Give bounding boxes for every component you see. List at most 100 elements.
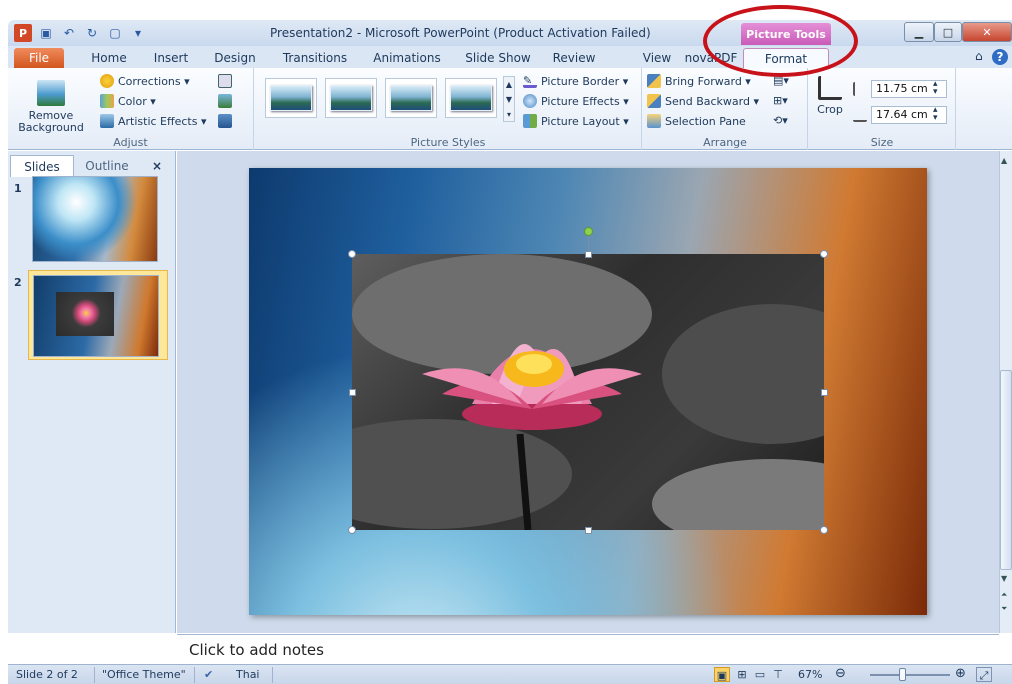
scrollbar-thumb[interactable] (1000, 370, 1012, 570)
zoom-in-button[interactable]: ⊕ (955, 666, 966, 681)
crop-label: Crop (817, 103, 843, 116)
slide-number-2: 2 (14, 276, 22, 289)
rotate-handle[interactable] (584, 227, 593, 236)
lotus-picture[interactable] (352, 254, 824, 530)
artistic-effects-button[interactable]: Artistic Effects ▾ (100, 114, 206, 128)
change-picture-icon[interactable] (218, 94, 232, 108)
new-slide-icon[interactable]: ▢ (106, 24, 124, 42)
tab-insert[interactable]: Insert (148, 48, 194, 68)
adjust-group-label: Adjust (113, 136, 148, 149)
selection-pane-button[interactable]: Selection Pane (647, 114, 746, 128)
slide-thumbnail-2-selected[interactable] (28, 270, 168, 360)
crop-button[interactable]: Crop (813, 76, 847, 116)
resize-handle-left[interactable] (349, 389, 356, 396)
tab-outline[interactable]: Outline (76, 155, 138, 177)
picture-border-label: Picture Border ▾ (541, 74, 629, 88)
size-group-label: Size (870, 136, 894, 149)
bring-forward-button[interactable]: Bring Forward ▾ (647, 74, 751, 88)
picture-style-1[interactable] (265, 78, 317, 118)
reset-picture-icon[interactable] (218, 114, 232, 128)
powerpoint-icon[interactable]: P (14, 24, 32, 42)
save-icon[interactable]: ▣ (37, 24, 55, 42)
resize-handle-top-left[interactable] (348, 250, 356, 258)
close-button[interactable]: ✕ (962, 22, 1012, 42)
picture-layout-button[interactable]: Picture Layout ▾ (523, 114, 629, 128)
resize-handle-right[interactable] (821, 389, 828, 396)
picture-style-2[interactable] (325, 78, 377, 118)
resize-handle-top-right[interactable] (820, 250, 828, 258)
color-icon (100, 94, 114, 108)
send-backward-button[interactable]: Send Backward ▾ (647, 94, 759, 108)
zoom-level[interactable]: 67% (798, 668, 822, 681)
slide-sorter-view-button[interactable]: ⊞ (734, 667, 750, 682)
bring-forward-icon (647, 74, 661, 88)
corrections-button[interactable]: Corrections ▾ (100, 74, 190, 88)
notes-pane[interactable]: Click to add notes (177, 634, 999, 664)
close-pane-icon[interactable]: × (148, 155, 166, 177)
compress-pictures-icon[interactable] (218, 74, 232, 88)
customize-toolbar-icon[interactable]: ▾ (129, 24, 147, 42)
zoom-slider-thumb[interactable] (899, 668, 906, 681)
tab-format[interactable]: Format (743, 48, 829, 68)
tab-review[interactable]: Review (548, 48, 600, 68)
slide-thumbnail-1[interactable] (32, 176, 158, 262)
tab-transitions[interactable]: Transitions (276, 48, 354, 68)
status-divider (272, 667, 273, 683)
corrections-label: Corrections ▾ (118, 74, 190, 88)
resize-handle-top[interactable] (585, 251, 592, 258)
window-title: Presentation2 - Microsoft PowerPoint (Pr… (270, 26, 651, 40)
tab-animations[interactable]: Animations (368, 48, 446, 68)
rotate-icon[interactable]: ⟲▾ (773, 114, 788, 127)
minimize-button[interactable]: ▁ (904, 22, 934, 42)
picture-styles-group: ▲ ▼ ▾ ✎ Picture Border ▾ Picture Effects ▾… (255, 68, 642, 150)
notes-placeholder[interactable]: Click to add notes (189, 641, 324, 659)
zoom-out-button[interactable]: ⊖ (835, 666, 846, 681)
picture-tools-context-label: Picture Tools (741, 23, 831, 45)
picture-style-4[interactable] (445, 78, 497, 118)
slide-show-view-button[interactable]: ⊤ (770, 667, 786, 682)
color-button[interactable]: Color ▾ (100, 94, 156, 108)
undo-icon[interactable]: ↶ (60, 24, 78, 42)
width-spinner[interactable]: ▴ ▾ (933, 106, 938, 123)
tab-slide-show[interactable]: Slide Show (460, 48, 536, 68)
align-icon[interactable]: ▤▾ (773, 74, 789, 87)
remove-background-button[interactable]: Remove Background (10, 80, 92, 134)
send-backward-label: Send Backward ▾ (665, 94, 759, 108)
tab-slides[interactable]: Slides (10, 155, 74, 177)
redo-icon[interactable]: ↻ (83, 24, 101, 42)
height-spinner[interactable]: ▴ ▾ (933, 80, 938, 97)
tab-design[interactable]: Design (210, 48, 260, 68)
language-indicator[interactable]: Thai (236, 668, 260, 681)
tab-file[interactable]: File (14, 48, 64, 68)
adjust-group: Remove Background Corrections ▾ Color ▾ … (8, 68, 254, 150)
resize-handle-bottom-left[interactable] (348, 526, 356, 534)
spelling-check-icon[interactable]: ✔ (204, 668, 213, 681)
styles-gallery-scroll[interactable]: ▲ ▼ ▾ (503, 76, 515, 122)
picture-layout-label: Picture Layout ▾ (541, 114, 629, 128)
fit-slide-to-window-button[interactable]: ⤢ (976, 667, 992, 682)
remove-background-label: Remove Background (18, 109, 84, 134)
help-icon[interactable]: ? (992, 49, 1008, 65)
group-icon[interactable]: ⊞▾ (773, 94, 788, 107)
thumbnail-lotus-image (56, 292, 114, 336)
size-group: Crop 11.75 cm ▴ ▾ 17.64 cm ▴ ▾ Size (809, 68, 956, 150)
picture-border-icon: ✎ (523, 74, 537, 88)
tab-novapdf[interactable]: novaPDF (680, 48, 742, 68)
scroll-up-icon[interactable]: ▲ (1001, 156, 1007, 165)
tab-home[interactable]: Home (86, 48, 132, 68)
resize-handle-bottom[interactable] (585, 527, 592, 534)
minimize-ribbon-icon[interactable]: ⌂ (975, 49, 983, 63)
picture-border-button[interactable]: ✎ Picture Border ▾ (523, 74, 628, 88)
picture-style-3[interactable] (385, 78, 437, 118)
picture-effects-button[interactable]: Picture Effects ▾ (523, 94, 629, 108)
reading-view-button[interactable]: ▭ (752, 667, 768, 682)
scroll-down-icon[interactable]: ▼ (1001, 574, 1007, 583)
maximize-button[interactable]: □ (934, 22, 962, 42)
zoom-slider[interactable] (870, 674, 950, 676)
normal-view-button[interactable]: ▣ (714, 667, 730, 682)
theme-name: "Office Theme" (102, 668, 186, 681)
next-slide-icon[interactable]: ⏷ (1001, 604, 1007, 614)
tab-view[interactable]: View (636, 48, 678, 68)
resize-handle-bottom-right[interactable] (820, 526, 828, 534)
previous-slide-icon[interactable]: ⏶ (1001, 590, 1007, 600)
